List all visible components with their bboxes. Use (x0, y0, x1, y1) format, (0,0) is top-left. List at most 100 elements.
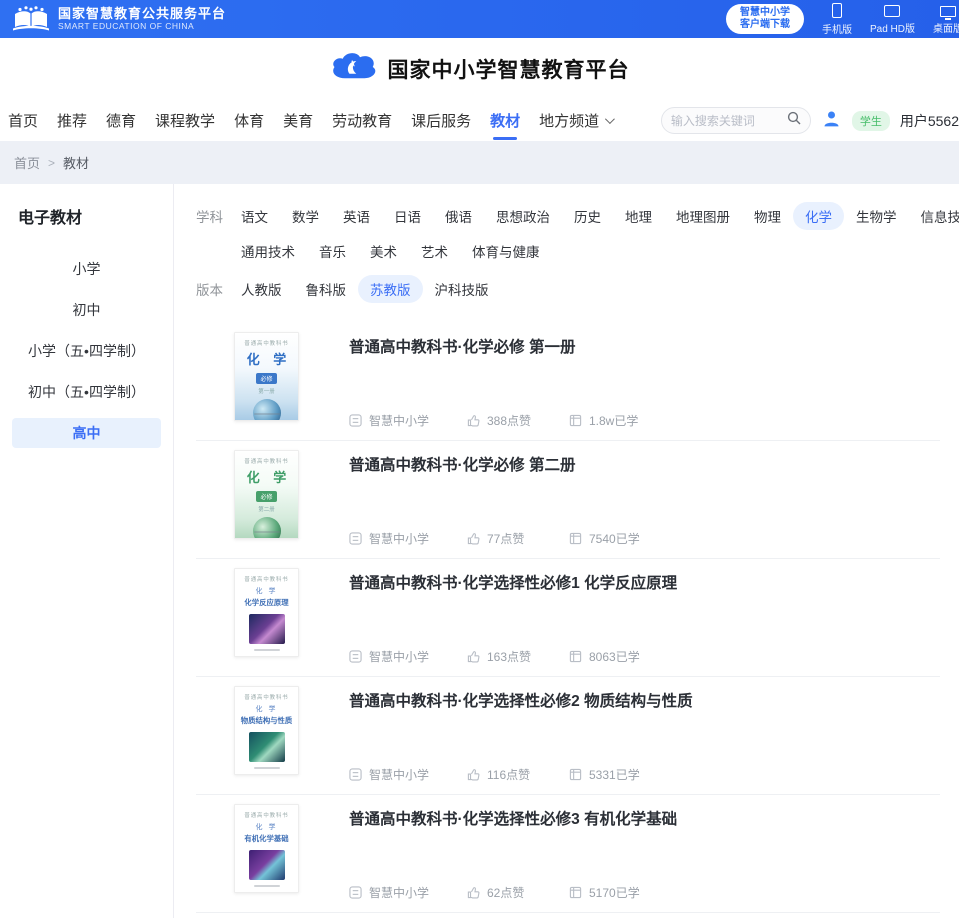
cover-badge: 必修 (256, 491, 276, 502)
sidebar-item-primary[interactable]: 小学 (12, 254, 161, 284)
nav-item-recommend[interactable]: 推荐 (57, 100, 87, 141)
nav-item-home[interactable]: 首页 (8, 100, 38, 141)
book-title[interactable]: 普通高中教科书·化学必修 第二册 (349, 453, 940, 475)
book-title[interactable]: 普通高中教科书·化学必修 第一册 (349, 335, 940, 357)
sidebar-item-primary-54[interactable]: 小学（五•四学制） (12, 336, 161, 366)
cover-subtitle: 物质结构与性质 (238, 715, 296, 725)
nav-item-after-school[interactable]: 课后服务 (411, 100, 471, 141)
open-book-logo-icon (12, 6, 50, 32)
cover-subtitle: 化学反应原理 (238, 597, 296, 607)
client-desktop-label: 桌面版 (933, 20, 959, 35)
cover-top-text: 普通高中教科书 (238, 338, 295, 346)
book-item-5: 普通高中教科书 化 学 有机化学基础 普通高中教科书·化学选择性必修3 有机化学… (196, 795, 940, 913)
user-avatar[interactable] (821, 108, 842, 134)
version-chip-renjiao[interactable]: 人教版 (229, 275, 294, 303)
subject-chip-chemistry[interactable]: 化学 (793, 202, 844, 230)
client-mobile-label: 手机版 (822, 21, 852, 36)
subject-chip-physics[interactable]: 物理 (742, 202, 793, 230)
book-title[interactable]: 普通高中教科书·化学选择性必修2 物质结构与性质 (349, 689, 940, 711)
likes-stat[interactable]: 388点赞 (467, 412, 569, 429)
subject-chip-english[interactable]: 英语 (331, 202, 382, 230)
book-cover-3[interactable]: 普通高中教科书 化 学 化学反应原理 (234, 568, 299, 657)
book-cover-2[interactable]: 普通高中教科书 化 学 必修 第二册 (234, 450, 299, 539)
version-filter-row: 版本 人教版 鲁科版 苏教版 沪科技版 (196, 275, 940, 303)
likes-stat[interactable]: 62点赞 (467, 884, 569, 901)
publisher-stat: 智慧中小学 (349, 530, 467, 547)
nav-item-sports[interactable]: 体育 (234, 100, 264, 141)
search-input[interactable] (671, 114, 781, 128)
publisher-label: 智慧中小学 (369, 412, 429, 429)
cover-top-text: 普通高中教科书 (238, 456, 295, 464)
client-download-line2: 客户端下载 (740, 19, 790, 31)
publisher-label: 智慧中小学 (369, 648, 429, 665)
brand-name-en: SMART EDUCATION OF CHINA (58, 21, 226, 32)
version-chip-sujiao[interactable]: 苏教版 (358, 275, 423, 303)
subject-chip-math[interactable]: 数学 (280, 202, 331, 230)
nav-item-course-teaching[interactable]: 课程教学 (155, 100, 215, 141)
book-cover-4[interactable]: 普通高中教科书 化 学 物质结构与性质 (234, 686, 299, 775)
likes-count: 388点赞 (487, 412, 531, 429)
likes-count: 62点赞 (487, 884, 524, 901)
client-mobile-link[interactable]: 手机版 (820, 3, 854, 36)
version-chip-hukeji[interactable]: 沪科技版 (423, 275, 501, 303)
subject-chip-arts[interactable]: 艺术 (409, 237, 460, 265)
subject-chip-general-tech[interactable]: 通用技术 (229, 237, 307, 265)
sidebar-item-senior[interactable]: 高中 (12, 418, 161, 448)
likes-stat[interactable]: 77点赞 (467, 530, 569, 547)
breadcrumb-separator: > (48, 156, 55, 170)
subject-chip-politics[interactable]: 思想政治 (484, 202, 562, 230)
search-icon[interactable] (787, 111, 801, 130)
publisher-stat: 智慧中小学 (349, 766, 467, 783)
search-box[interactable] (661, 107, 811, 134)
site-header: 国家中小学智慧教育平台 (0, 38, 959, 100)
sidebar-item-junior-54[interactable]: 初中（五•四学制） (12, 377, 161, 407)
cover-title: 化 学 (235, 586, 298, 596)
breadcrumb: 首页 > 教材 (0, 141, 959, 184)
nav-item-aesthetic-education[interactable]: 美育 (283, 100, 313, 141)
version-chip-luke[interactable]: 鲁科版 (294, 275, 359, 303)
learned-stat: 5170已学 (569, 884, 640, 901)
subject-chip-chinese[interactable]: 语文 (229, 202, 280, 230)
subject-chip-art[interactable]: 美术 (358, 237, 409, 265)
cover-volume: 第一册 (235, 387, 298, 395)
client-pad-link[interactable]: Pad HD版 (870, 3, 915, 35)
cover-top-text: 普通高中教科书 (238, 692, 295, 700)
desktop-icon (940, 6, 956, 17)
main-content: 学科 语文 数学 英语 日语 俄语 思想政治 历史 地理 地理图册 物理 化学 … (174, 184, 959, 918)
client-download-button[interactable]: 智慧中小学 客户端下载 (726, 4, 804, 34)
book-cover-1[interactable]: 普通高中教科书 化 学 必修 第一册 (234, 332, 299, 421)
subject-chip-pe-health[interactable]: 体育与健康 (460, 237, 552, 265)
subject-chip-geography[interactable]: 地理 (613, 202, 664, 230)
subject-chip-history[interactable]: 历史 (562, 202, 613, 230)
breadcrumb-home[interactable]: 首页 (14, 153, 40, 172)
main-navigation: 首页 推荐 德育 课程教学 体育 美育 劳动教育 课后服务 教材 地方频道 (0, 100, 959, 141)
platform-brand[interactable]: 国家智慧教育公共服务平台 SMART EDUCATION OF CHINA (12, 6, 226, 32)
subject-chip-japanese[interactable]: 日语 (382, 202, 433, 230)
book-cover-5[interactable]: 普通高中教科书 化 学 有机化学基础 (234, 804, 299, 893)
subject-chip-music[interactable]: 音乐 (307, 237, 358, 265)
subject-chip-biology[interactable]: 生物学 (844, 202, 909, 230)
client-desktop-link[interactable]: 桌面版 (931, 4, 959, 35)
cover-title: 化 学 (235, 822, 298, 832)
subject-chip-it[interactable]: 信息技术 (909, 202, 959, 230)
likes-count: 163点赞 (487, 648, 531, 665)
learned-stat: 8063已学 (569, 648, 640, 665)
nav-item-labor-education[interactable]: 劳动教育 (332, 100, 392, 141)
username[interactable]: 用户5562 (900, 111, 959, 131)
subject-chip-geo-atlas[interactable]: 地理图册 (664, 202, 742, 230)
nav-item-local-channels[interactable]: 地方频道 (539, 100, 612, 141)
nav-item-moral-education[interactable]: 德育 (106, 100, 136, 141)
book-title[interactable]: 普通高中教科书·化学选择性必修1 化学反应原理 (349, 571, 940, 593)
cover-image (249, 850, 285, 880)
book-title[interactable]: 普通高中教科书·化学选择性必修3 有机化学基础 (349, 807, 940, 829)
publisher-stat: 智慧中小学 (349, 412, 467, 429)
book-stats: 智慧中小学 62点赞 5170已学 (349, 884, 940, 901)
book-list: 普通高中教科书 化 学 必修 第一册 普通高中教科书·化学必修 第一册 智慧中小… (196, 323, 940, 913)
likes-stat[interactable]: 163点赞 (467, 648, 569, 665)
subject-chip-russian[interactable]: 俄语 (433, 202, 484, 230)
brand-name-cn: 国家智慧教育公共服务平台 (58, 7, 226, 21)
likes-stat[interactable]: 116点赞 (467, 766, 569, 783)
sidebar-item-junior[interactable]: 初中 (12, 295, 161, 325)
nav-item-textbooks[interactable]: 教材 (490, 100, 520, 141)
learned-count: 7540已学 (589, 530, 640, 547)
